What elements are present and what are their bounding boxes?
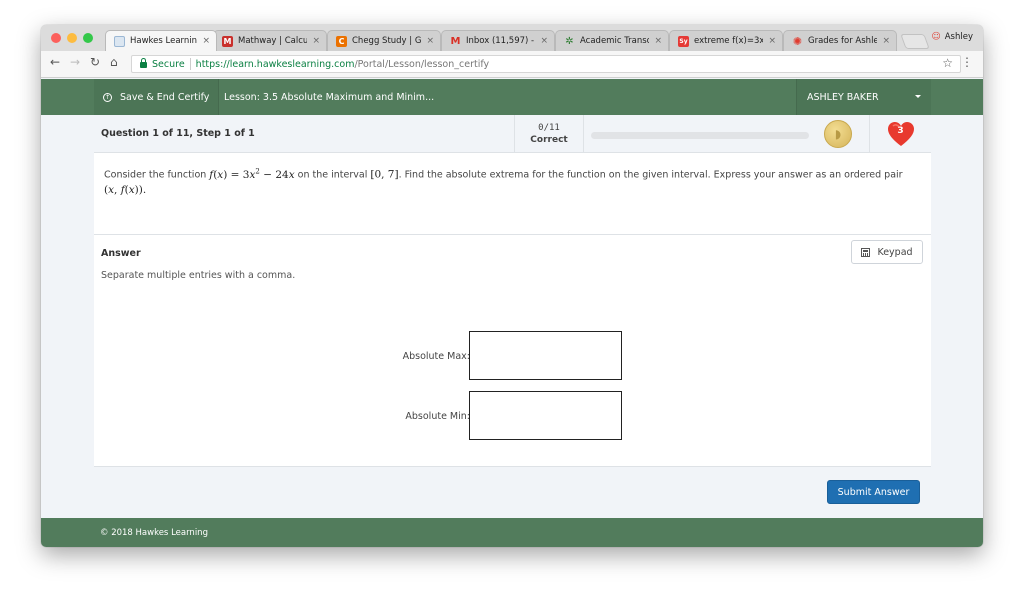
browser-tab-symbolab[interactable]: Sy extreme f(x)=3x^ × — [669, 30, 783, 51]
browser-window: Hawkes Learning × M Mathway | Calcul × C… — [41, 25, 983, 547]
bookmark-star-icon[interactable]: ☆ — [942, 56, 953, 70]
tab-label: Grades for Ashley — [808, 36, 878, 46]
score-label: Correct — [530, 135, 568, 145]
browser-tab-chegg[interactable]: C Chegg Study | Gu × — [327, 30, 441, 51]
reload-icon[interactable]: ↻ — [90, 55, 100, 69]
profile-name: Ashley — [944, 32, 973, 42]
lives-count: 3 — [897, 126, 904, 136]
answer-heading: Answer — [101, 248, 141, 259]
profile-icon: ☺ — [931, 32, 941, 42]
lock-icon — [140, 58, 147, 68]
hawk-icon: ◗ — [834, 127, 842, 141]
close-tab-icon[interactable]: × — [768, 36, 776, 46]
lesson-title: Lesson: 3.5 Absolute Maximum and Minim..… — [224, 91, 435, 103]
page-footer: © 2018 Hawkes Learning — [41, 518, 983, 547]
minimize-window-button[interactable] — [67, 33, 77, 43]
tab-label: extreme f(x)=3x^ — [694, 36, 763, 46]
tab-label: Mathway | Calcul — [238, 36, 308, 46]
keypad-button[interactable]: Keypad — [851, 240, 923, 264]
symbolab-icon: Sy — [678, 35, 689, 47]
score-display: 0/11 Correct — [514, 115, 584, 153]
address-bar[interactable]: Secure https://learn.hawkeslearning.com … — [131, 55, 961, 73]
question-text: Consider the function f(x) = 3x2 − 24x o… — [104, 164, 924, 198]
new-tab-button[interactable] — [900, 34, 930, 49]
browser-tab-mathway[interactable]: M Mathway | Calcul × — [213, 30, 327, 51]
upload-icon: ↑ — [103, 92, 112, 102]
answer-footer: Submit Answer — [94, 466, 931, 518]
tab-label: Hawkes Learning — [130, 36, 198, 46]
home-icon[interactable]: ⌂ — [110, 55, 118, 69]
close-tab-icon[interactable]: × — [540, 36, 548, 46]
close-tab-icon[interactable]: × — [654, 36, 662, 46]
heart-icon: 3 — [887, 121, 915, 147]
keypad-label: Keypad — [877, 246, 913, 258]
browser-tab-grades[interactable]: ✺ Grades for Ashley × — [783, 30, 897, 51]
hawk-coin-icon: ◗ — [824, 120, 852, 148]
question-suffix: . Find the absolute extrema for the func… — [398, 169, 903, 181]
forward-icon[interactable]: → — [70, 55, 80, 69]
progress-bar — [591, 132, 809, 139]
app-header: ↑ Save & End Certify Lesson: 3.5 Absolut… — [41, 79, 983, 115]
tab-label: Inbox (11,597) - al — [466, 36, 535, 46]
browser-tab-gmail[interactable]: M Inbox (11,597) - al × — [441, 30, 555, 51]
tab-strip: Hawkes Learning × M Mathway | Calcul × C… — [41, 25, 983, 51]
chegg-icon: C — [336, 35, 347, 47]
save-end-certify-button[interactable]: ↑ Save & End Certify — [94, 79, 220, 115]
academic-icon: ✲ — [565, 35, 574, 47]
document-icon — [114, 35, 125, 47]
secure-label: Secure — [152, 58, 185, 70]
question-prefix: Consider the function — [104, 169, 210, 181]
tab-label: Chegg Study | Gu — [352, 36, 422, 46]
profile-button[interactable]: ☺ Ashley — [931, 32, 973, 42]
score-fraction: 0/11 — [538, 123, 560, 133]
ordered-pair-format: (x, f(x)). — [104, 183, 147, 196]
url-host: https://learn.hawkeslearning.com — [195, 58, 355, 70]
question-panel: Question 1 of 11, Step 1 of 1 0/11 Corre… — [94, 115, 931, 518]
back-icon[interactable]: ← — [50, 55, 60, 69]
function-expression: f(x) = 3x2 − 24x — [209, 167, 295, 181]
maximize-window-button[interactable] — [83, 33, 93, 43]
submit-answer-button[interactable]: Submit Answer — [827, 480, 920, 504]
caret-down-icon — [915, 95, 921, 98]
gmail-icon: M — [450, 35, 461, 47]
close-tab-icon[interactable]: × — [426, 36, 434, 46]
url-path: /Portal/Lesson/lesson_certify — [354, 58, 490, 70]
user-menu[interactable]: ASHLEY BAKER — [796, 79, 931, 115]
canvas-icon: ✺ — [792, 34, 803, 48]
save-end-certify-label: Save & End Certify — [120, 91, 210, 103]
question-mid: on the interval — [294, 169, 371, 181]
calculator-icon — [861, 247, 871, 257]
close-tab-icon[interactable]: × — [312, 36, 320, 46]
user-name: ASHLEY BAKER — [807, 91, 879, 103]
mathway-icon: M — [222, 35, 233, 47]
absolute-max-input[interactable] — [469, 331, 622, 380]
answer-hint: Separate multiple entries with a comma. — [101, 270, 296, 281]
browser-tab-hawkes[interactable]: Hawkes Learning × — [105, 30, 217, 51]
absolute-min-input[interactable] — [469, 391, 622, 440]
question-status-bar: Question 1 of 11, Step 1 of 1 0/11 Corre… — [94, 115, 931, 153]
address-separator — [189, 58, 191, 70]
interval: [0, 7] — [370, 168, 399, 181]
absolute-min-label: Absolute Min: — [405, 411, 470, 422]
close-tab-icon[interactable]: × — [202, 36, 210, 46]
section-divider — [94, 234, 931, 235]
browser-toolbar: ← → ↻ ⌂ Secure https://learn.hawkeslearn… — [41, 51, 983, 78]
lives-display: 3 — [869, 115, 931, 153]
close-window-button[interactable] — [51, 33, 61, 43]
close-tab-icon[interactable]: × — [882, 36, 890, 46]
question-step-label: Question 1 of 11, Step 1 of 1 — [101, 128, 255, 139]
browser-tab-academic[interactable]: ✲ Academic Transcr × — [555, 30, 669, 51]
browser-menu-icon[interactable]: ⋮ — [961, 55, 973, 69]
absolute-max-label: Absolute Max: — [402, 351, 470, 362]
copyright-text: © 2018 Hawkes Learning — [100, 528, 208, 538]
tab-label: Academic Transcr — [580, 36, 650, 46]
